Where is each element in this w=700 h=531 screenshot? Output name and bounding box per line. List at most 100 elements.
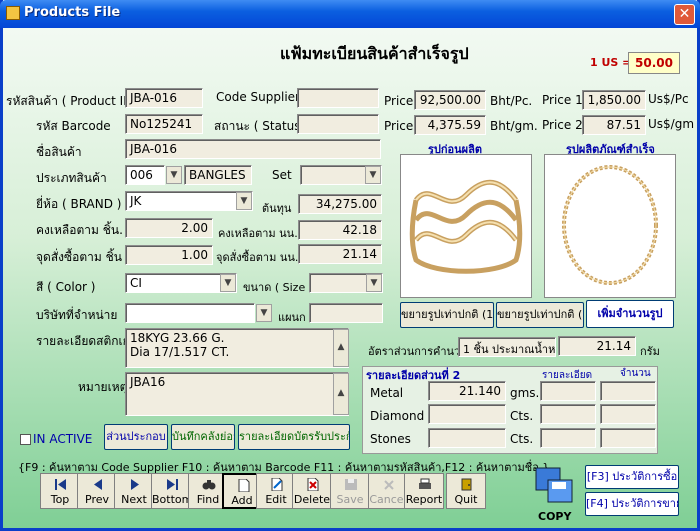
product-name-field[interactable]: JBA-016 bbox=[125, 139, 381, 159]
next-label: Next bbox=[121, 493, 147, 506]
quit-button[interactable]: Quit bbox=[446, 473, 486, 509]
status-field[interactable] bbox=[297, 114, 379, 134]
size-dropdown-icon[interactable]: ▼ bbox=[366, 274, 382, 292]
prev-button[interactable]: Prev bbox=[77, 473, 117, 509]
save-button[interactable]: Save bbox=[330, 473, 370, 509]
set-dropdown-icon[interactable]: ▼ bbox=[365, 166, 381, 184]
warranty-card-button[interactable]: รายละเอียดบัตรรับประกัน bbox=[238, 424, 350, 450]
cost-field[interactable]: 34,275.00 bbox=[298, 194, 382, 214]
rate-value[interactable]: 50.00 bbox=[628, 52, 680, 74]
close-button[interactable]: ✕ bbox=[674, 4, 695, 25]
components-button[interactable]: ส่วนประกอบ bbox=[104, 424, 168, 450]
diamond-detail-field[interactable] bbox=[540, 404, 596, 424]
new-document-icon bbox=[238, 479, 250, 492]
metal-qty-field[interactable] bbox=[600, 381, 656, 401]
stones-detail-field[interactable] bbox=[540, 428, 596, 448]
reorder-wt-field[interactable]: 21.14 bbox=[298, 244, 382, 264]
enlarge-image-2-button[interactable]: ขยายรูปเท่าปกติ (2) bbox=[496, 302, 584, 328]
bottom-button[interactable]: Bottom bbox=[151, 473, 192, 509]
distributor-dropdown-icon[interactable]: ▼ bbox=[256, 304, 272, 322]
report-button[interactable]: Report bbox=[404, 473, 444, 509]
sticker-field[interactable]: 18KYG 23.66 G. Dia 17/1.517 CT. bbox=[125, 328, 349, 368]
metal-field[interactable]: 21.140 bbox=[428, 381, 506, 401]
brand-dropdown-icon[interactable]: ▼ bbox=[236, 192, 252, 210]
copy-button[interactable] bbox=[532, 466, 576, 508]
product-id-field[interactable]: JBA-016 bbox=[125, 88, 203, 108]
reorder-pcs-field[interactable]: 1.00 bbox=[125, 245, 213, 265]
next-button[interactable]: Next bbox=[114, 473, 154, 509]
finished-product-image[interactable] bbox=[544, 154, 676, 298]
stock-pcs-label: คงเหลือตาม ชิ้น. bbox=[36, 223, 123, 237]
stock-wt-label: คงเหลือตาม นน. bbox=[218, 227, 298, 240]
note-scroll-icon[interactable]: ▲ bbox=[333, 373, 349, 415]
reorder-pcs-label: จุดสั่งซื้อตาม ชิ้น bbox=[36, 250, 122, 264]
save-icon bbox=[345, 479, 357, 490]
size-label: ขนาด ( Size ) bbox=[243, 281, 314, 294]
product-name-label: ชื่อสินค้า bbox=[36, 145, 82, 159]
distributor-label: บริษัทที่จำหน่าย bbox=[36, 308, 118, 322]
brand-label: ยี่ห้อ ( BRAND ) bbox=[36, 197, 122, 211]
sticker-line-2: Dia 17/1.517 CT. bbox=[130, 345, 230, 359]
price1-field[interactable]: 1,850.00 bbox=[582, 90, 646, 110]
report-label: Report bbox=[405, 493, 443, 506]
diamond-label: Diamond bbox=[370, 409, 425, 423]
unit-us-pc-label: Us$/Pc bbox=[648, 92, 689, 106]
add-label: Add bbox=[231, 494, 253, 507]
inactive-checkbox[interactable] bbox=[20, 434, 31, 445]
stones-field[interactable] bbox=[428, 428, 506, 448]
cancel-label: Cancel bbox=[369, 493, 407, 506]
stock-pcs-field[interactable]: 2.00 bbox=[125, 218, 213, 238]
type-name-field[interactable]: BANGLES bbox=[184, 165, 252, 185]
gram-label: กรัม bbox=[640, 345, 660, 358]
first-record-icon bbox=[55, 479, 66, 490]
stock-wt-field[interactable]: 42.18 bbox=[298, 220, 382, 240]
note-label: หมายเหตุ bbox=[78, 380, 128, 394]
cancel-icon bbox=[384, 480, 394, 490]
price2-field[interactable]: 87.51 bbox=[582, 115, 646, 135]
code-supplier-field[interactable] bbox=[297, 88, 379, 108]
price-pc-field[interactable]: 92,500.00 bbox=[414, 90, 486, 110]
note-field[interactable]: JBA16 bbox=[125, 372, 349, 416]
ratio-label: อัตราส่วนการคำนวณ bbox=[368, 345, 471, 358]
window-title: Products File bbox=[24, 5, 121, 20]
diamond-field[interactable] bbox=[428, 404, 506, 424]
ratio-weight-field[interactable]: 21.14 bbox=[558, 336, 636, 356]
raw-product-image[interactable] bbox=[400, 154, 532, 298]
code-supplier-label: Code Supplier bbox=[216, 90, 300, 104]
dept-field[interactable] bbox=[309, 303, 383, 323]
sticker-scroll-icon[interactable]: ▲ bbox=[333, 329, 349, 367]
distributor-field[interactable] bbox=[125, 303, 255, 323]
color-label: สี ( Color ) bbox=[36, 280, 96, 294]
find-label: Find bbox=[196, 493, 220, 506]
save-label: Save bbox=[336, 493, 364, 506]
sales-history-button[interactable]: [F4] ประวัติการขาย bbox=[585, 492, 679, 516]
type-dropdown-icon[interactable]: ▼ bbox=[166, 166, 182, 184]
top-label: Top bbox=[50, 493, 70, 506]
add-images-button[interactable]: เพิ่มจำนวนรูป bbox=[586, 300, 674, 328]
cancel-button[interactable]: Cancel bbox=[368, 473, 408, 509]
stones-qty-field[interactable] bbox=[600, 428, 656, 448]
reorder-wt-label: จุดสั่งซื้อตาม นน. bbox=[216, 251, 299, 264]
warehouse-button[interactable]: บันทึกคลังย่อย bbox=[171, 424, 235, 450]
price-gm-field[interactable]: 4,375.59 bbox=[414, 115, 486, 135]
diamond-qty-field[interactable] bbox=[600, 404, 656, 424]
inactive-label: IN ACTIVE bbox=[33, 432, 93, 446]
app-icon bbox=[6, 6, 20, 20]
top-button[interactable]: Top bbox=[40, 473, 80, 509]
cts-label-1: Cts. bbox=[510, 409, 534, 423]
copy-icon bbox=[535, 467, 573, 503]
unit-pc-label: Bht/Pc. bbox=[490, 94, 533, 108]
color-dropdown-icon[interactable]: ▼ bbox=[220, 274, 236, 292]
brand-field[interactable]: JK bbox=[125, 191, 253, 211]
edit-button[interactable]: Edit bbox=[256, 473, 296, 509]
purchase-history-button[interactable]: [F3] ประวัติการซื้อ bbox=[585, 465, 679, 489]
cts-label-2: Cts. bbox=[510, 432, 534, 446]
price1-label: Price 1 bbox=[542, 93, 583, 107]
enlarge-image-1-button[interactable]: ขยายรูปเท่าปกติ (1) bbox=[400, 302, 494, 328]
delete-button[interactable]: Delete bbox=[292, 473, 332, 509]
delete-icon bbox=[307, 478, 319, 491]
type-code-field[interactable]: 006 bbox=[125, 165, 165, 185]
barcode-field[interactable]: No125241 bbox=[125, 114, 203, 134]
exit-door-icon bbox=[461, 478, 472, 491]
metal-detail-field[interactable] bbox=[540, 381, 596, 401]
